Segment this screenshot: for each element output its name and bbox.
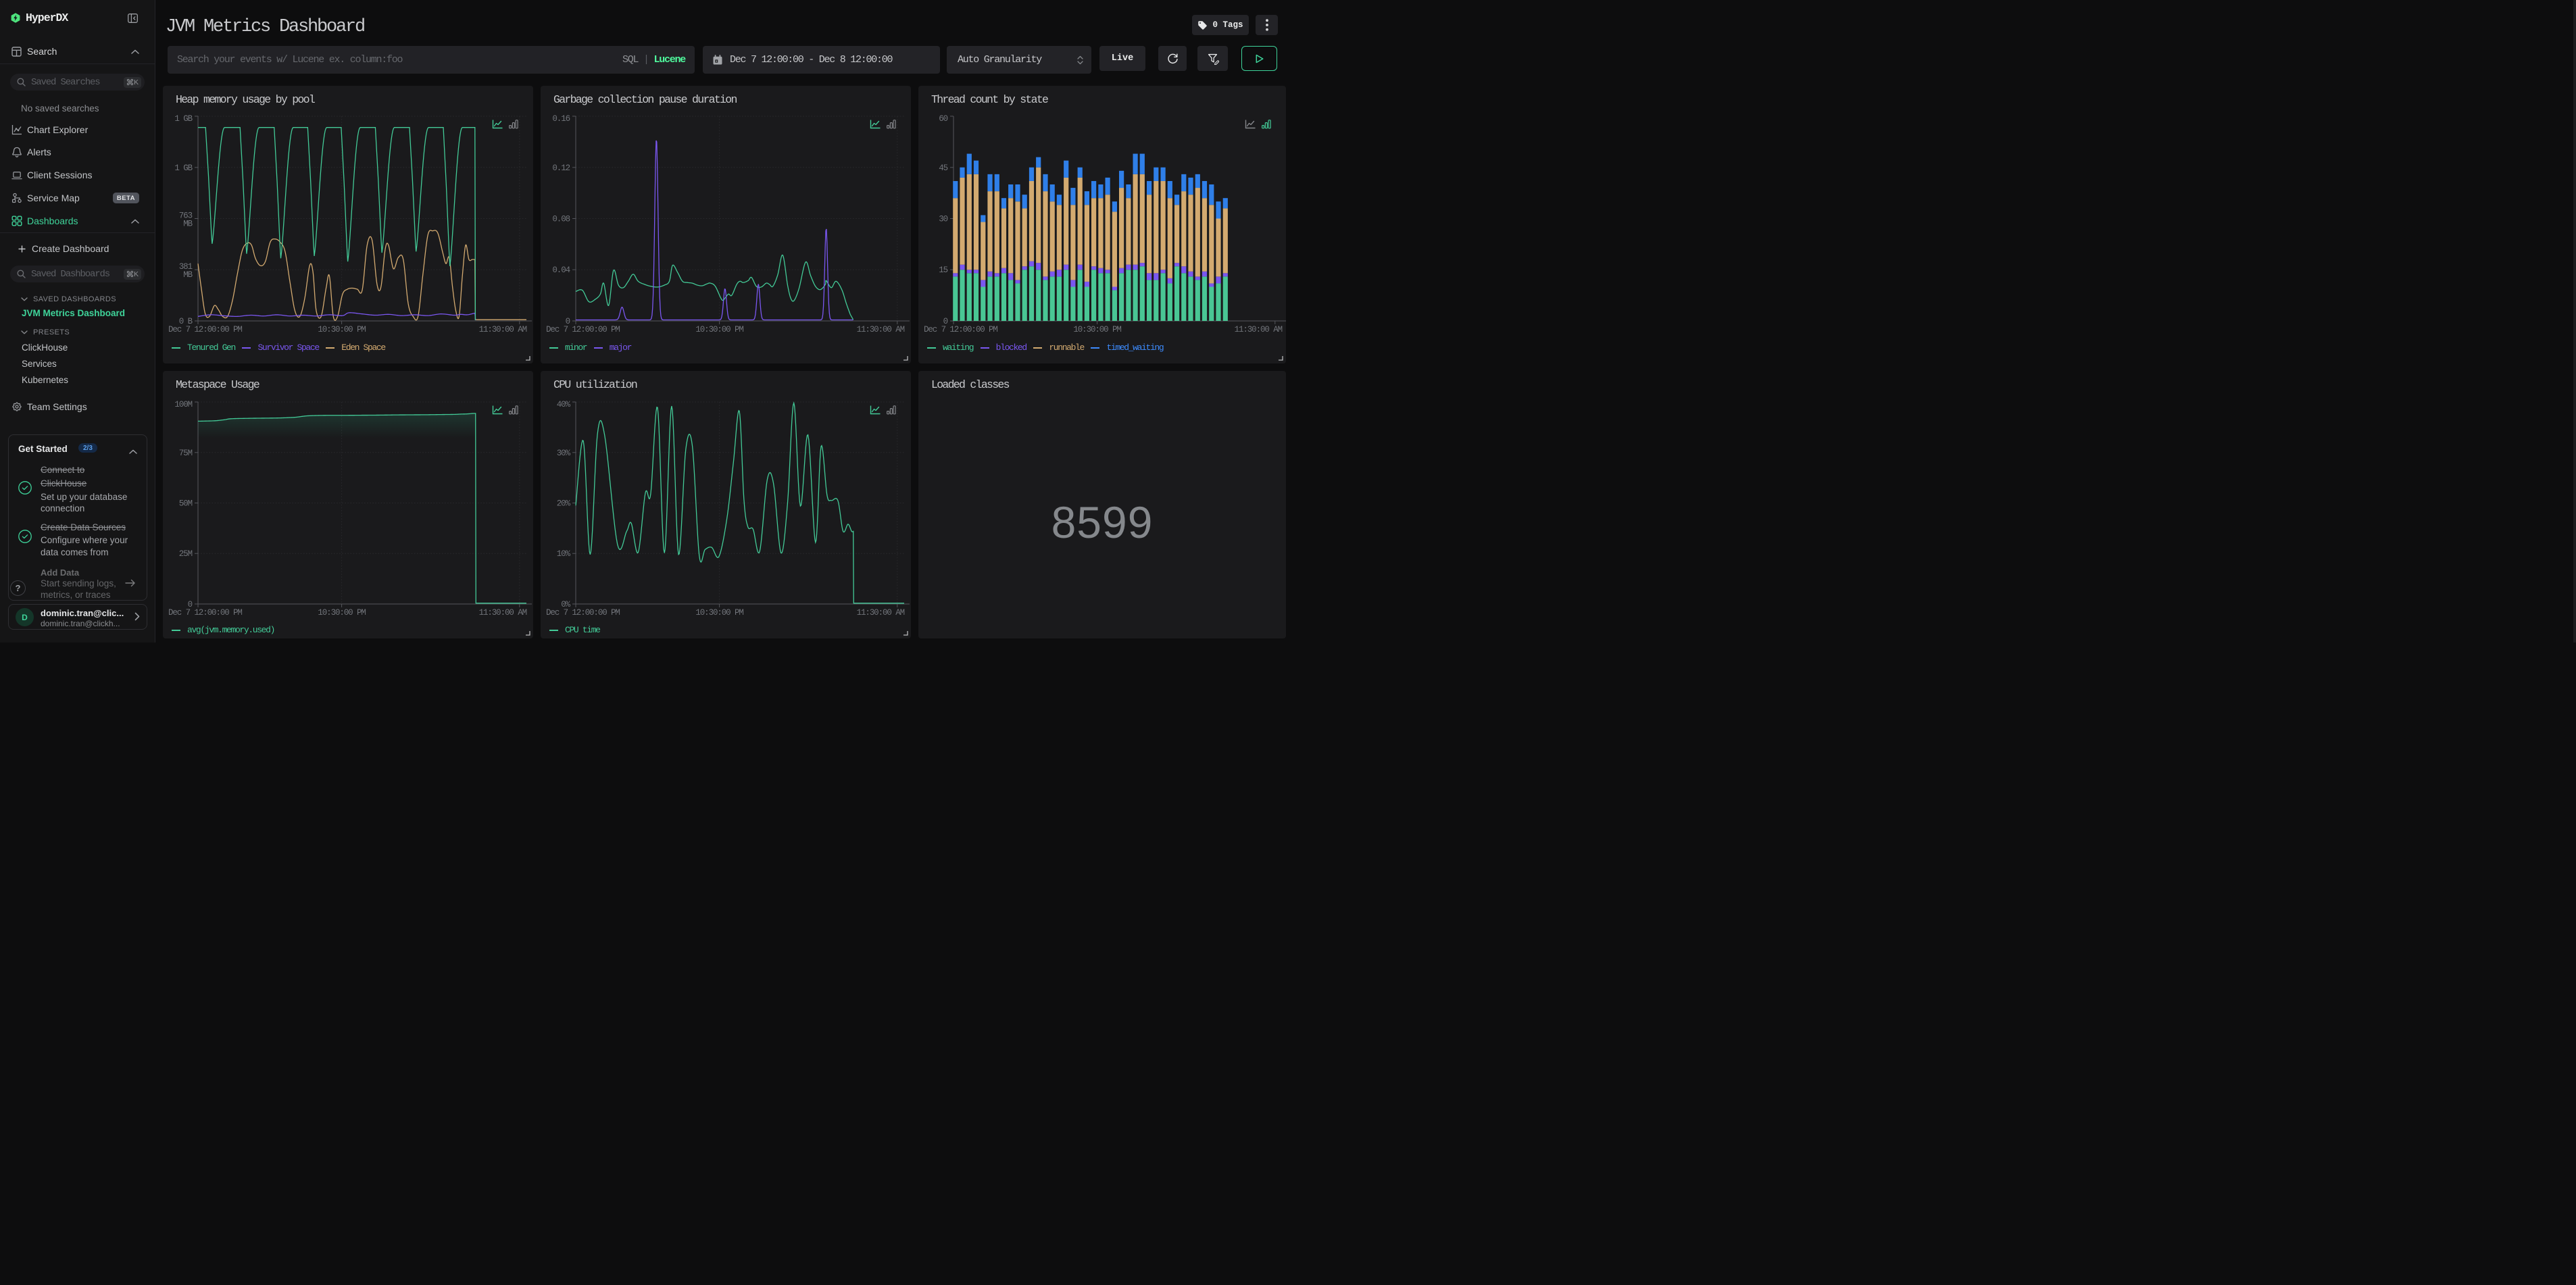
svg-text:Dec 7 12:00:00 PM: Dec 7 12:00:00 PM <box>168 608 242 618</box>
svg-text:11:30:00 AM: 11:30:00 AM <box>479 608 527 618</box>
svg-text:10:30:00 PM: 10:30:00 PM <box>1073 325 1121 334</box>
svg-text:45: 45 <box>939 163 947 173</box>
svg-text:11:30:00 AM: 11:30:00 AM <box>857 608 905 618</box>
svg-text:40%: 40% <box>557 400 571 409</box>
svg-text:11:30:00 AM: 11:30:00 AM <box>479 325 527 334</box>
svg-text:25M: 25M <box>179 549 193 559</box>
svg-text:10:30:00 PM: 10:30:00 PM <box>318 325 366 334</box>
svg-text:30%: 30% <box>557 449 571 458</box>
svg-text:60: 60 <box>939 114 947 124</box>
svg-text:100M: 100M <box>174 400 192 409</box>
svg-text:1 GB: 1 GB <box>174 163 193 173</box>
svg-text:20%: 20% <box>557 499 571 509</box>
svg-text:10:30:00 PM: 10:30:00 PM <box>318 608 366 618</box>
svg-text:10%: 10% <box>557 549 571 559</box>
svg-text:0.16: 0.16 <box>552 114 570 124</box>
svg-text:1 GB: 1 GB <box>174 114 193 124</box>
svg-text:15: 15 <box>939 266 947 275</box>
svg-text:MB: MB <box>183 220 193 229</box>
svg-text:75M: 75M <box>179 449 193 458</box>
svg-text:Dec 7 12:00:00 PM: Dec 7 12:00:00 PM <box>546 325 620 334</box>
svg-text:MB: MB <box>183 270 193 280</box>
svg-text:50M: 50M <box>179 499 193 509</box>
svg-text:Dec 7 12:00:00 PM: Dec 7 12:00:00 PM <box>168 325 242 334</box>
svg-text:0.08: 0.08 <box>552 215 570 224</box>
svg-text:Dec 7 12:00:00 PM: Dec 7 12:00:00 PM <box>546 608 620 618</box>
svg-text:30: 30 <box>939 215 947 224</box>
svg-text:10:30:00 PM: 10:30:00 PM <box>695 608 743 618</box>
svg-text:10:30:00 PM: 10:30:00 PM <box>695 325 743 334</box>
svg-text:11:30:00 AM: 11:30:00 AM <box>1235 325 1283 334</box>
svg-text:11:30:00 AM: 11:30:00 AM <box>857 325 905 334</box>
svg-text:0.04: 0.04 <box>552 266 570 275</box>
svg-text:0.12: 0.12 <box>552 163 570 173</box>
svg-text:Dec 7 12:00:00 PM: Dec 7 12:00:00 PM <box>924 325 997 334</box>
